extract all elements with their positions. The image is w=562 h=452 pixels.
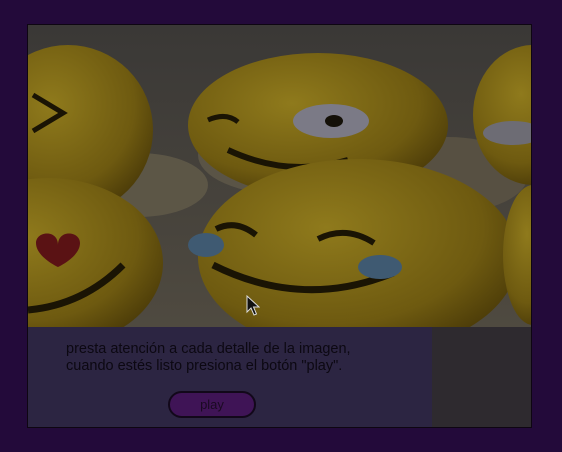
instruction-line-1: presta atención a cada detalle de la ima…: [66, 341, 351, 357]
instruction-panel: presta atención a cada detalle de la ima…: [28, 327, 432, 427]
play-button[interactable]: play: [168, 391, 256, 418]
quiz-card: presta atención a cada detalle de la ima…: [27, 24, 532, 428]
instruction-line-2: cuando estés listo presiona el botón "pl…: [66, 358, 343, 374]
instruction-text: presta atención a cada detalle de la ima…: [66, 341, 406, 375]
mouse-pointer-icon: [246, 295, 260, 316]
emoji-photo: [28, 25, 531, 327]
side-panel: [432, 327, 531, 427]
